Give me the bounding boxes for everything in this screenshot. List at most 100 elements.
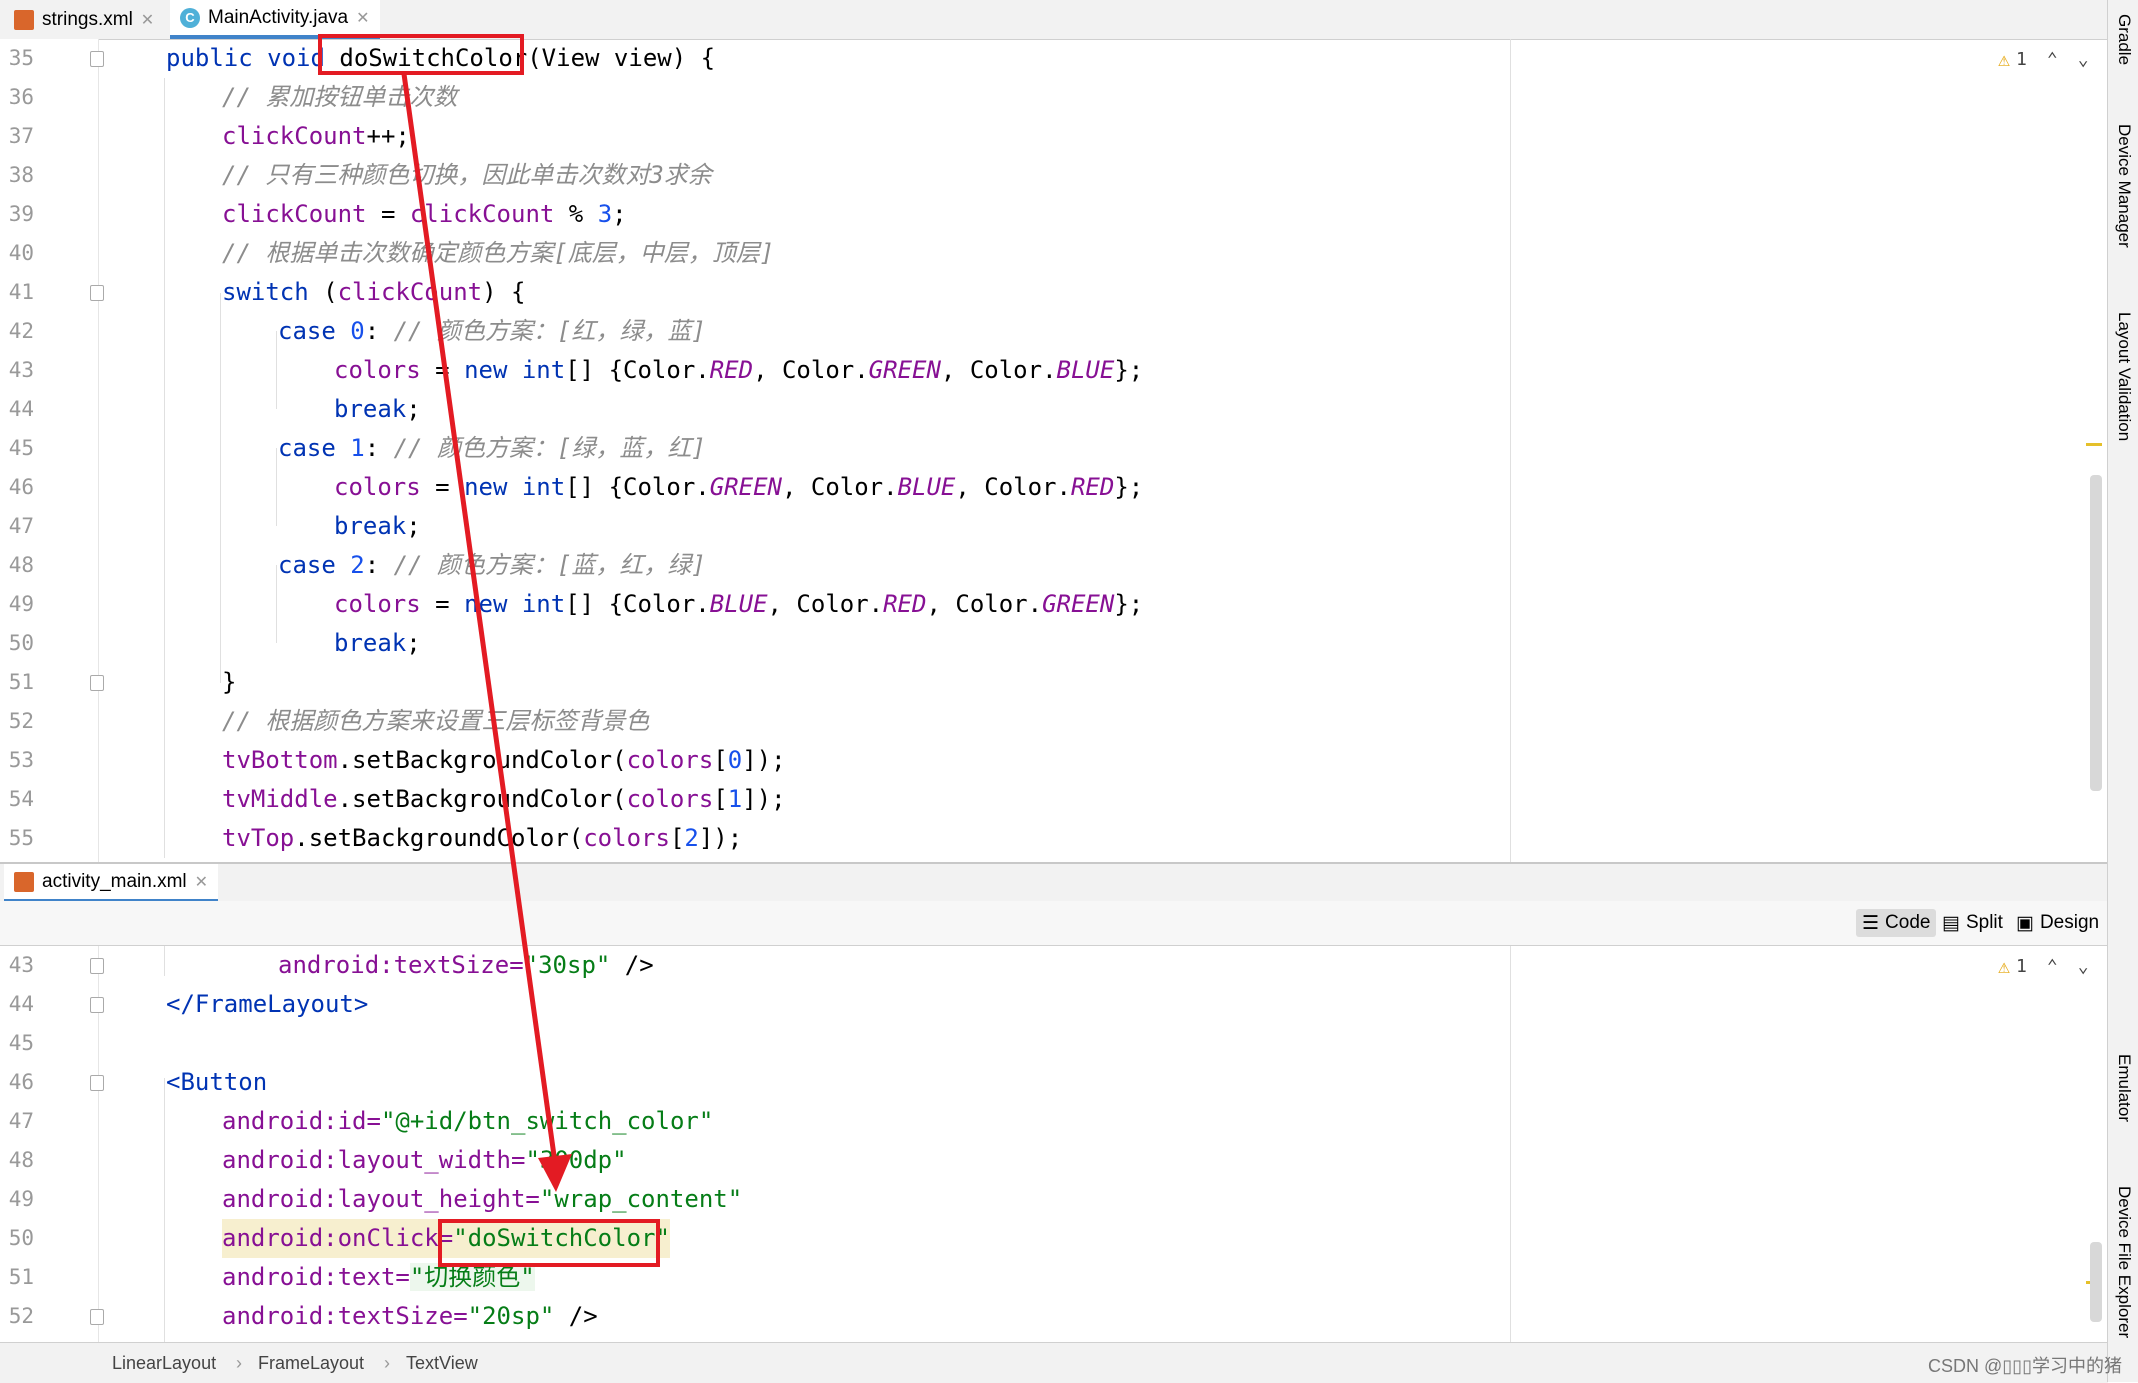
code-line: </FrameLayout> [166, 990, 369, 1018]
line-number: 38 [8, 163, 34, 187]
line-number: 39 [8, 202, 34, 226]
tool-emulator[interactable]: Emulator [2114, 1054, 2134, 1122]
line-number: 52 [8, 1304, 34, 1328]
code-line: colors = new int[] {Color.BLUE, Color.RE… [334, 590, 1144, 618]
line-number: 51 [8, 1265, 34, 1289]
tab-label: activity_main.xml [42, 870, 187, 892]
warning-icon: ⚠ [1998, 954, 2011, 978]
warning-icon: ⚠ [1998, 47, 2011, 71]
tool-device-file-explorer[interactable]: Device File Explorer [2114, 1186, 2134, 1338]
code-line: case 2: // 颜色方案：[蓝，红，绿] [278, 551, 706, 579]
tool-gradle[interactable]: Gradle [2114, 14, 2134, 65]
xml-file-icon [14, 871, 34, 892]
line-number: 40 [8, 241, 34, 265]
code-line: colors = new int[] {Color.GREEN, Color.B… [334, 473, 1144, 501]
code-line: break; [334, 629, 421, 657]
line-number: 51 [8, 670, 34, 694]
line-number: 45 [8, 436, 34, 460]
code-line: android:id="@+id/btn_switch_color" [222, 1107, 714, 1135]
chevron-down-icon[interactable]: ⌄ [2078, 49, 2089, 70]
breadcrumb-item[interactable]: TextView [406, 1353, 478, 1374]
chevron-right-icon: › [384, 1353, 390, 1373]
design-view-icon: ▣ [2016, 912, 2034, 934]
line-number: 47 [8, 1109, 34, 1133]
tool-layout-validation[interactable]: Layout Validation [2114, 312, 2134, 441]
code-line: tvTop.setBackgroundColor(colors[2]); [222, 824, 743, 852]
comment-line: // 根据单击次数确定颜色方案[底层，中层，顶层] [222, 239, 775, 267]
close-icon[interactable]: ✕ [356, 8, 369, 28]
code-view-icon: ☰ [1862, 912, 1880, 934]
code-line: android:textSize="20sp" /> [222, 1302, 598, 1330]
line-number: 49 [8, 592, 34, 616]
code-line: android:layout_height="wrap_content" [222, 1185, 743, 1213]
fold-icon[interactable] [90, 51, 104, 67]
code-mode-button[interactable]: ☰ Code [1856, 909, 1937, 937]
line-number: 44 [8, 992, 34, 1016]
tab-activity-main-xml[interactable]: activity_main.xml ✕ [4, 864, 219, 903]
code-line: tvMiddle.setBackgroundColor(colors[1]); [222, 785, 786, 813]
breadcrumb: LinearLayout › FrameLayout › TextView [0, 1342, 2108, 1383]
java-class-icon: C [180, 7, 200, 28]
line-number: 44 [8, 397, 34, 421]
code-line: break; [334, 395, 421, 423]
line-number: 42 [8, 319, 34, 343]
xml-editor[interactable]: 43 android:textSize="30sp" /> 44 </Frame… [0, 946, 2108, 1342]
code-line: colors = new int[] {Color.RED, Color.GRE… [334, 356, 1144, 384]
code-line: android:textSize="30sp" /> [278, 951, 654, 979]
code-line: <Button [166, 1068, 268, 1096]
line-number: 55 [8, 826, 34, 850]
line-number: 50 [8, 631, 34, 655]
code-line: clickCount = clickCount % 3; [222, 200, 627, 228]
design-mode-button[interactable]: ▣ Design [2010, 909, 2105, 937]
fold-icon[interactable] [90, 1309, 104, 1325]
top-tab-bar: strings.xml ✕ C MainActivity.java ✕ [0, 0, 2108, 40]
line-number: 46 [8, 1070, 34, 1094]
scrollbar-thumb[interactable] [2090, 1242, 2102, 1322]
line-number: 35 [8, 46, 34, 70]
close-icon[interactable]: ✕ [141, 10, 154, 30]
line-number: 36 [8, 85, 34, 109]
warning-indicator[interactable]: ⚠ 1 ⌃ ⌄ [1998, 954, 2089, 978]
breadcrumb-item[interactable]: FrameLayout [258, 1353, 364, 1374]
code-line: } [222, 668, 237, 696]
split-mode-button[interactable]: ▤ Split [1936, 909, 2009, 937]
fold-icon[interactable] [90, 958, 104, 974]
close-icon[interactable]: ✕ [195, 872, 208, 892]
fold-icon[interactable] [90, 1075, 104, 1091]
scroll-marker [2086, 443, 2102, 446]
chevron-down-icon[interactable]: ⌄ [2078, 956, 2089, 977]
line-number: 46 [8, 475, 34, 499]
line-number: 48 [8, 553, 34, 577]
bottom-tab-bar: activity_main.xml ✕ [0, 864, 2108, 904]
xml-file-icon [14, 9, 34, 30]
tab-label: strings.xml [42, 8, 133, 30]
warning-indicator[interactable]: ⚠ 1 ⌃ ⌄ [1998, 47, 2089, 71]
line-number: 45 [8, 1031, 34, 1055]
line-number: 54 [8, 787, 34, 811]
code-line: android:layout_width="300dp" [222, 1146, 627, 1174]
fold-icon[interactable] [90, 285, 104, 301]
java-editor[interactable]: 35 public void doSwitchColor(View view) … [0, 39, 2108, 862]
chevron-up-icon[interactable]: ⌃ [2047, 49, 2058, 70]
line-number: 43 [8, 358, 34, 382]
tool-device-manager[interactable]: Device Manager [2114, 124, 2134, 248]
code-line: clickCount++; [222, 122, 410, 150]
line-number: 53 [8, 748, 34, 772]
chevron-up-icon[interactable]: ⌃ [2047, 956, 2058, 977]
scrollbar-thumb[interactable] [2090, 475, 2102, 791]
right-tool-window-bar: Gradle Device Manager Layout Validation … [2107, 0, 2138, 1382]
tab-strings-xml[interactable]: strings.xml ✕ [4, 0, 164, 39]
chevron-right-icon: › [236, 1353, 242, 1373]
line-number: 50 [8, 1226, 34, 1250]
code-line: break; [334, 512, 421, 540]
comment-line: // 累加按钮单击次数 [222, 83, 458, 111]
line-number: 52 [8, 709, 34, 733]
tab-label: MainActivity.java [208, 6, 349, 28]
fold-icon[interactable] [90, 997, 104, 1013]
line-number: 47 [8, 514, 34, 538]
breadcrumb-item[interactable]: LinearLayout [112, 1353, 216, 1374]
annotation-box-method [318, 34, 524, 75]
line-number: 41 [8, 280, 34, 304]
fold-icon[interactable] [90, 675, 104, 691]
line-number: 43 [8, 953, 34, 977]
